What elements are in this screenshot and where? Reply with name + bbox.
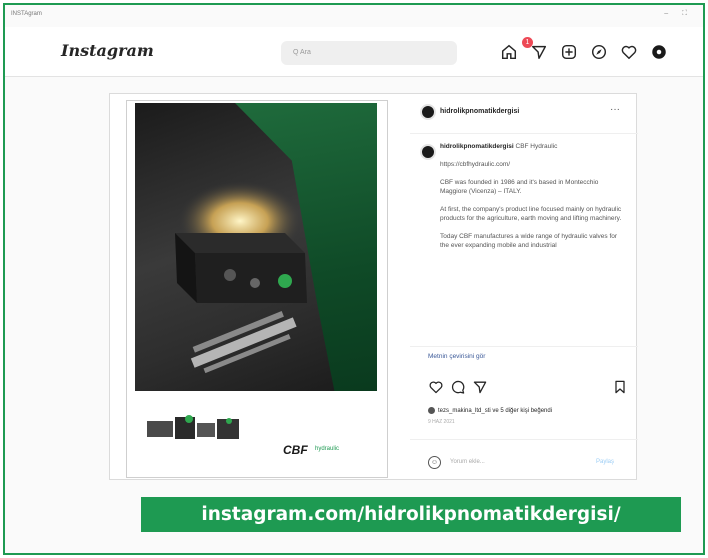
main-content: CBF hydraulic hidrolikpnomatikdergisi ··… bbox=[5, 78, 703, 481]
window-title: INSTAgram bbox=[11, 11, 42, 17]
heart-icon[interactable] bbox=[620, 43, 638, 61]
chevron-down-icon[interactable]: ⌄ bbox=[139, 44, 147, 55]
likes-text: tezs_makina_ltd_sti ve 5 diğer kişi beğe… bbox=[438, 408, 553, 415]
post-caption: hidrolikpnomatikdergisi CBF Hydraulic ht… bbox=[410, 138, 638, 344]
caption-line[interactable]: https://cbfhydraulic.com/ bbox=[440, 160, 622, 169]
post-image[interactable]: CBF hydraulic bbox=[126, 100, 388, 478]
new-post-icon[interactable] bbox=[560, 43, 578, 61]
liker-avatar bbox=[428, 407, 435, 414]
emoji-icon[interactable]: ☺ bbox=[428, 456, 441, 469]
post-sidebar: hidrolikpnomatikdergisi ··· hidrolikpnom… bbox=[410, 94, 638, 481]
caption-line: CBF Hydraulic bbox=[515, 143, 558, 150]
direct-message-icon[interactable] bbox=[530, 43, 548, 61]
caption-text: hidrolikpnomatikdergisi CBF Hydraulic ht… bbox=[440, 142, 622, 259]
open-box-illustration bbox=[175, 181, 307, 374]
caption-author[interactable]: hidrolikpnomatikdergisi bbox=[440, 143, 514, 150]
comment-box: ☺ Yorum ekle... Paylaş bbox=[410, 439, 638, 482]
see-translation-link[interactable]: Metnin çevirisini gör bbox=[428, 353, 485, 360]
cbf-logo: CBF bbox=[283, 443, 308, 457]
author-username[interactable]: hidrolikpnomatikdergisi bbox=[440, 108, 519, 115]
instagram-top-bar: Instagram ⌄ Q Ara 1 bbox=[5, 27, 703, 77]
share-icon[interactable] bbox=[472, 379, 488, 395]
window-titlebar: INSTAgram – ⛶ bbox=[5, 5, 703, 27]
bookmark-icon[interactable] bbox=[612, 379, 628, 395]
caption-line: CBF was founded in 1986 and it's based i… bbox=[440, 179, 599, 195]
author-avatar[interactable] bbox=[420, 104, 436, 120]
likes-summary[interactable]: tezs_makina_ltd_sti ve 5 diğer kişi beğe… bbox=[428, 407, 628, 414]
cbf-logo-subtitle: hydraulic bbox=[315, 446, 340, 452]
notification-badge: 1 bbox=[522, 37, 533, 48]
valve-products-image bbox=[147, 415, 239, 439]
post-comment-button[interactable]: Paylaş bbox=[596, 459, 614, 465]
comment-input[interactable]: Yorum ekle... bbox=[450, 459, 485, 465]
comment-icon[interactable] bbox=[450, 379, 466, 395]
post-actions bbox=[428, 379, 628, 397]
nav-icons: 1 bbox=[498, 37, 678, 65]
ad-footer: CBF hydraulic bbox=[135, 399, 377, 473]
url-banner: instagram.com/hidrolikpnomatikdergisi/ bbox=[141, 497, 681, 532]
post-date: 9 HAZ 2021 bbox=[428, 419, 455, 425]
post-footer: Metnin çevirisini gör tezs_makina_ltd_st… bbox=[410, 346, 638, 481]
more-options-icon[interactable]: ··· bbox=[610, 104, 620, 115]
caption-author-avatar[interactable] bbox=[420, 144, 436, 160]
search-input[interactable]: Q Ara bbox=[281, 41, 457, 65]
browser-window: INSTAgram – ⛶ Instagram ⌄ Q Ara 1 CBF hy… bbox=[3, 3, 705, 555]
caption-line: Today CBF manufactures a wide range of h… bbox=[440, 233, 618, 249]
window-controls[interactable]: – ⛶ bbox=[664, 10, 693, 18]
profile-avatar-icon[interactable] bbox=[650, 43, 668, 61]
home-icon[interactable] bbox=[500, 43, 518, 61]
caption-line: At first, the company's product line foc… bbox=[440, 206, 622, 222]
ad-artwork bbox=[135, 103, 377, 391]
explore-icon[interactable] bbox=[590, 43, 608, 61]
like-heart-icon[interactable] bbox=[428, 379, 444, 395]
post-header: hidrolikpnomatikdergisi ··· bbox=[410, 94, 638, 134]
post-modal: CBF hydraulic hidrolikpnomatikdergisi ··… bbox=[109, 93, 638, 481]
